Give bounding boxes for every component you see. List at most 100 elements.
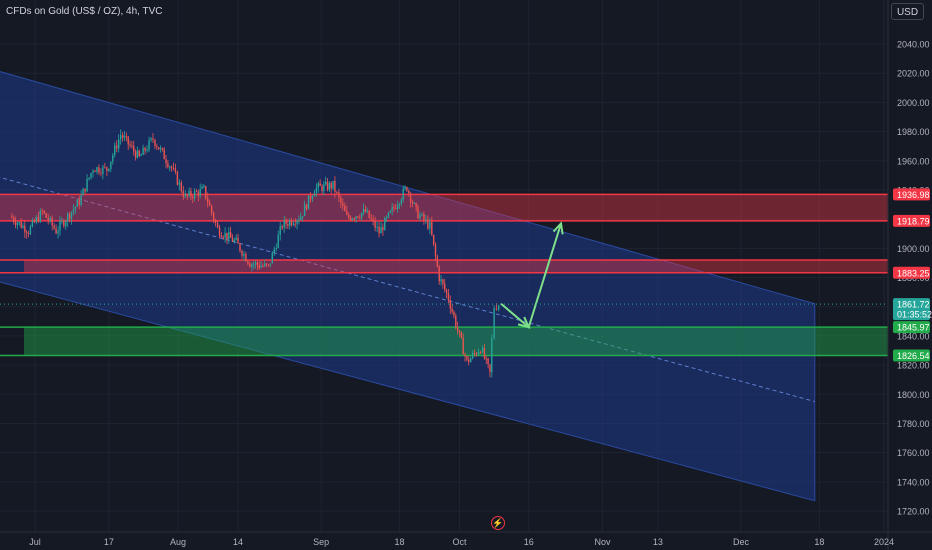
candle-body <box>22 225 24 228</box>
candle-body <box>11 216 13 218</box>
candle-body <box>212 212 215 221</box>
candle-body <box>372 219 374 221</box>
candle-body <box>462 338 464 355</box>
candle-body <box>210 205 213 213</box>
candle-body <box>332 180 334 189</box>
candle-body <box>277 235 279 249</box>
resistance-zone <box>24 259 888 273</box>
candle-body <box>186 194 188 196</box>
candle-body <box>309 195 312 200</box>
candle-body <box>281 226 283 228</box>
candle-body <box>25 232 28 234</box>
candle-body <box>203 185 205 187</box>
candle-body <box>300 217 302 220</box>
candle-body <box>104 166 106 168</box>
time-tick-label: 16 <box>524 537 534 547</box>
lightning-bolt-icon[interactable]: ⚡ <box>491 516 505 530</box>
candle-body <box>31 220 34 227</box>
candle-body <box>423 213 425 221</box>
currency-button[interactable]: USD <box>891 3 924 20</box>
candle-body <box>102 166 104 174</box>
candle-body <box>57 230 59 234</box>
candle-body <box>138 150 140 157</box>
price-chart[interactable]: 2040.002020.002000.001980.001960.001940.… <box>0 0 932 550</box>
candle-body <box>298 219 300 221</box>
candle-body <box>326 181 329 190</box>
candle-body <box>264 263 266 267</box>
candle-body <box>400 199 403 204</box>
candle-body <box>447 293 450 301</box>
price-tick-label: 1780.00 <box>897 419 930 429</box>
candle-body <box>294 223 296 225</box>
candle-body <box>188 191 190 196</box>
candle-body <box>451 308 453 312</box>
candle-body <box>434 244 437 257</box>
candle-body <box>404 187 406 189</box>
candle-body <box>366 210 368 212</box>
candle-body <box>65 221 67 226</box>
candle-body <box>169 166 171 168</box>
candle-body <box>45 212 47 218</box>
chart-root: 2040.002020.002000.001980.001960.001940.… <box>0 0 932 550</box>
candle-body <box>396 205 399 209</box>
price-axis: 2040.002020.002000.001980.001960.001940.… <box>888 0 932 550</box>
candle-body <box>415 203 417 208</box>
candle-body <box>364 208 367 212</box>
candle-body <box>205 185 207 199</box>
candle-body <box>208 202 211 206</box>
candle-body <box>112 155 114 162</box>
time-tick-label: Aug <box>170 537 186 547</box>
candle-body <box>125 136 128 138</box>
candle-body <box>29 226 32 234</box>
candle-body <box>121 134 124 138</box>
candle-body <box>207 198 209 203</box>
regression-channel <box>0 71 816 502</box>
time-tick-label: 18 <box>395 537 405 547</box>
candle-body <box>260 265 262 268</box>
time-tick-label: 2024 <box>874 537 894 547</box>
candle-body <box>485 358 487 360</box>
candle-body <box>442 279 444 284</box>
candle-body <box>315 187 318 193</box>
candle-body <box>432 234 435 245</box>
candle-body <box>119 134 122 140</box>
support-zone <box>24 327 888 356</box>
candle-body <box>344 205 346 212</box>
candle-body <box>349 217 352 221</box>
candle-body <box>156 146 158 148</box>
resistance-zone-top-badge-label: 1936.98 <box>897 190 930 200</box>
time-tick-label: 13 <box>653 537 663 547</box>
candle-body <box>253 264 255 265</box>
candle-body <box>370 217 372 220</box>
candle-body <box>271 252 273 264</box>
candle-body <box>279 226 281 236</box>
time-tick-label: 14 <box>233 537 243 547</box>
candle-body <box>483 348 486 359</box>
candle-body <box>70 211 73 219</box>
candle-body <box>224 232 226 238</box>
candle-body <box>342 203 344 206</box>
candle-body <box>249 263 251 267</box>
candle-body <box>63 220 65 226</box>
candle-body <box>368 210 370 218</box>
candle-body <box>330 183 332 189</box>
candle-body <box>475 353 478 355</box>
candle-body <box>116 145 118 149</box>
candle-body <box>283 219 285 228</box>
candle-body <box>235 237 237 240</box>
candle-body <box>384 218 386 231</box>
candle-body <box>429 222 431 229</box>
chart-title: CFDs on Gold (US$ / OZ), 4h, TVC <box>6 6 163 17</box>
candle-body <box>96 167 98 172</box>
candle-body <box>154 139 156 147</box>
candle-body <box>106 167 108 171</box>
candle-body <box>229 232 232 238</box>
candle-body <box>362 208 365 213</box>
candle-body <box>167 163 169 168</box>
candle-body <box>80 195 82 206</box>
candle-body <box>180 182 183 192</box>
candle-body <box>458 330 461 333</box>
candle-body <box>118 139 120 149</box>
candle-body <box>222 237 224 238</box>
candle-body <box>142 147 144 155</box>
